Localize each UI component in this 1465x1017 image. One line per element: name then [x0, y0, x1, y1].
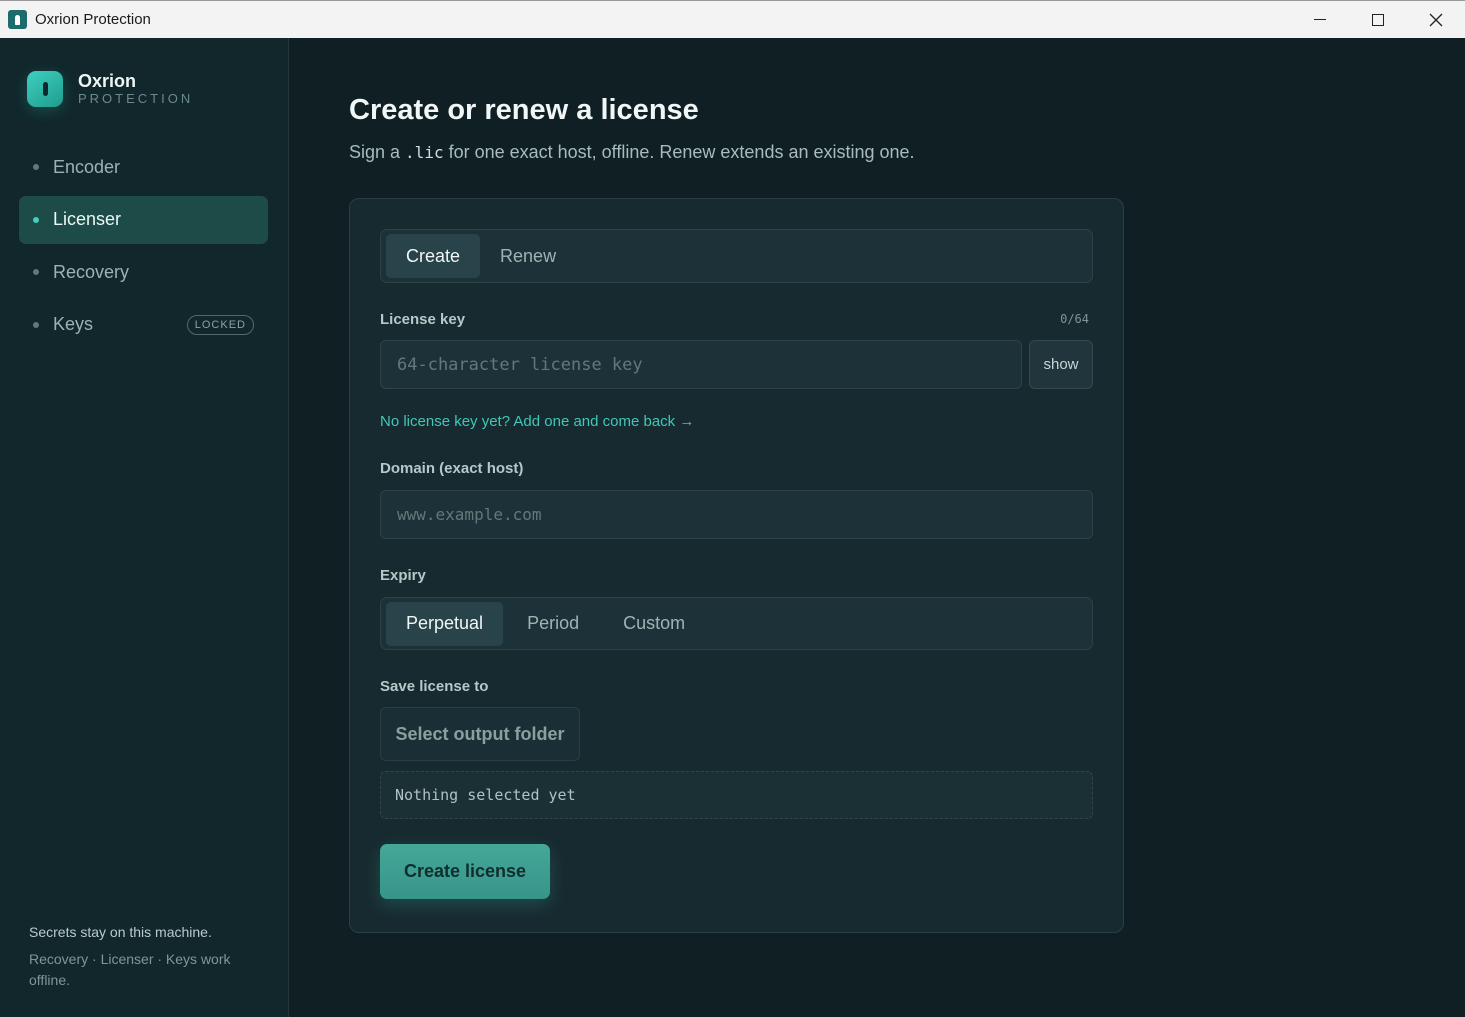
- sidebar-item-label: Recovery: [53, 261, 130, 282]
- license-key-label: License key: [380, 311, 466, 328]
- add-license-key-link[interactable]: No license key yet? Add one and come bac…: [380, 413, 694, 430]
- brand: Oxrion PROTECTION: [27, 71, 193, 107]
- main-content: Create or renew a license Sign a .lic fo…: [290, 38, 1465, 1017]
- bullet-icon: [33, 269, 39, 275]
- bullet-icon: [33, 164, 39, 170]
- footer-detail: Recovery · Licenser · Keys work offline.: [29, 951, 231, 988]
- brand-name: Oxrion: [78, 70, 137, 91]
- sidebar-item-label: Licenser: [53, 209, 122, 229]
- select-output-folder-button[interactable]: Select output folder: [380, 707, 580, 761]
- bullet-icon: [33, 216, 39, 223]
- license-key-input[interactable]: 64-character license key: [380, 340, 1022, 389]
- locked-badge: LOCKED: [186, 314, 254, 335]
- create-license-button[interactable]: Create license: [380, 844, 550, 899]
- output-path-display: Nothing selected yet: [380, 771, 1093, 819]
- file-extension: .lic: [405, 143, 444, 162]
- sidebar-footer: Secrets stay on this machine. Recovery ·…: [29, 924, 259, 991]
- sidebar-item-licenser[interactable]: Licenser: [19, 195, 268, 244]
- maximize-icon[interactable]: [1349, 1, 1407, 38]
- sidebar-item-label: Keys: [53, 314, 94, 334]
- mode-switch: Create Renew: [380, 229, 1093, 283]
- footer-note: Secrets stay on this machine.: [29, 924, 212, 940]
- domain-label: Domain (exact host): [380, 460, 524, 477]
- sidebar-item-encoder[interactable]: Encoder: [19, 143, 268, 191]
- tab-renew[interactable]: Renew: [480, 234, 576, 278]
- sidebar-item-recovery[interactable]: Recovery: [19, 248, 268, 296]
- close-icon[interactable]: [1407, 1, 1465, 38]
- sidebar: Oxrion PROTECTION Encoder Licenser Recov…: [0, 38, 289, 1017]
- bullet-icon: [33, 321, 39, 328]
- domain-input[interactable]: www.example.com: [380, 490, 1093, 539]
- page-title: Create or renew a license: [349, 94, 699, 126]
- expiry-switch: Perpetual Period Custom: [380, 597, 1093, 650]
- license-key-counter: 0/64: [1060, 312, 1089, 326]
- sidebar-nav: Encoder Licenser Recovery Keys LOCKED: [19, 143, 268, 353]
- expiry-period[interactable]: Period: [503, 602, 599, 646]
- expiry-custom[interactable]: Custom: [599, 602, 705, 646]
- title-bar: Oxrion Protection: [0, 0, 1465, 38]
- brand-subtitle: PROTECTION: [78, 90, 194, 106]
- window-title: Oxrion Protection: [35, 11, 151, 28]
- tab-create[interactable]: Create: [386, 234, 481, 278]
- license-form-card: Create Renew License key 0/64 64-charact…: [349, 198, 1124, 933]
- expiry-perpetual[interactable]: Perpetual: [386, 601, 504, 646]
- sidebar-item-label: Encoder: [53, 156, 121, 177]
- brand-logo-icon: [27, 71, 63, 107]
- minimize-icon[interactable]: [1291, 1, 1349, 38]
- page-subtitle: Sign a .lic for one exact host, offline.…: [349, 142, 915, 162]
- app-lock-icon: [8, 10, 27, 29]
- expiry-label: Expiry: [380, 567, 426, 584]
- show-key-button[interactable]: show: [1029, 340, 1093, 389]
- sidebar-item-keys[interactable]: Keys LOCKED: [19, 301, 268, 349]
- save-location-label: Save license to: [380, 678, 489, 695]
